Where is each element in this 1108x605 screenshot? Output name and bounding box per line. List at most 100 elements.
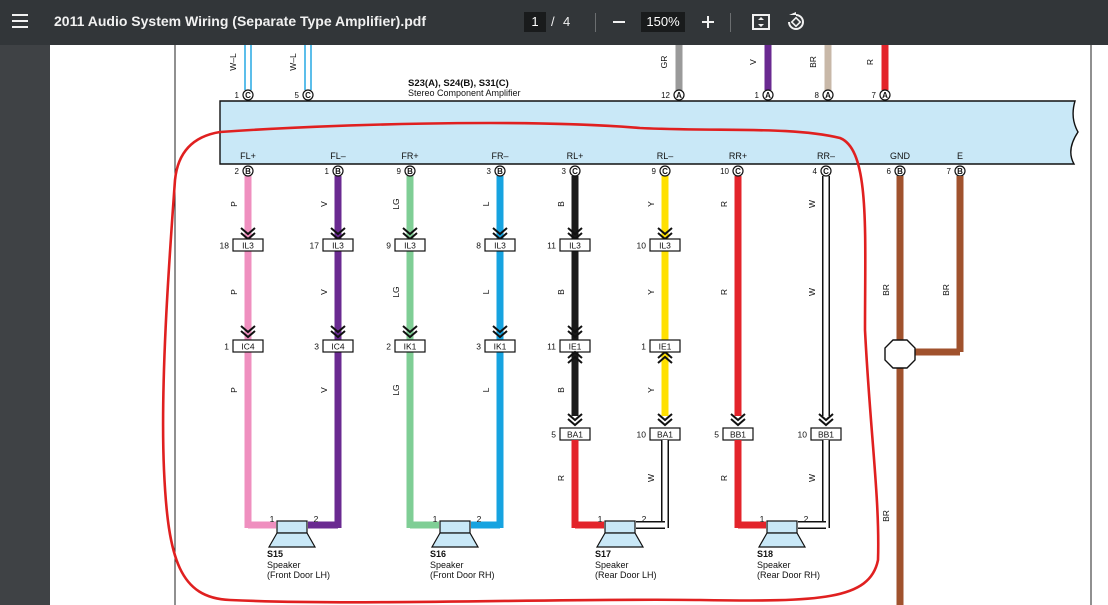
output-rl-5-code-top: Y: [646, 201, 656, 207]
ground-splice: [884, 339, 916, 369]
page-number-input[interactable]: 1: [524, 12, 546, 32]
output-rl-4-c1-connector-pin: 11: [547, 241, 556, 251]
speaker-1-name: Speaker: [430, 560, 464, 570]
output-rr-7-conn-letter: C: [823, 167, 829, 176]
zoom-out-icon[interactable]: [608, 11, 630, 33]
output-rr-7-pin-number: 4: [813, 167, 818, 176]
speaker-3-body: [766, 520, 798, 534]
output-rl-4-c2-connector-label: IE1: [569, 342, 582, 352]
output-rr-6-code-top: R: [719, 201, 729, 207]
fit-page-icon[interactable]: [750, 11, 772, 33]
output-rl-4-c2-connector-pin: 11: [547, 342, 556, 352]
speaker-2-pin2: 2: [642, 514, 647, 524]
output-rl-5-c3-connector-pin: 10: [637, 430, 647, 440]
output-rr-6-pin-number: 10: [720, 167, 729, 176]
output-rl-4-conn-letter: C: [572, 167, 578, 176]
document-title: 2011 Audio System Wiring (Separate Type …: [54, 13, 426, 29]
output-fl-1-c2-connector-label: IC4: [331, 342, 345, 352]
amplifier-body: [219, 100, 1079, 165]
menu-icon[interactable]: [12, 14, 28, 30]
output-rl-5-code-bottom: Y: [646, 387, 656, 393]
top-wire-0-code: W–L: [228, 53, 238, 71]
speaker-2-pin1: 1: [598, 514, 603, 524]
zoom-in-icon[interactable]: [697, 11, 719, 33]
output-fr-3-c1-connector-pin: 8: [476, 241, 481, 251]
output-fr-3-code-top: L: [481, 201, 491, 206]
output-rl-5-c1-connector-pin: 10: [637, 241, 647, 251]
speaker-1-location: (Front Door RH): [430, 570, 495, 580]
output-rl-4-code-bottom: B: [556, 387, 566, 393]
top-wire-5-pin-number: 7: [872, 91, 877, 100]
output-fl-0-label: FL+: [240, 151, 256, 161]
top-wire-1-pin-number: 5: [295, 91, 300, 100]
zoom-level-input[interactable]: 150%: [641, 12, 685, 32]
output-fr-3-pin-number: 3: [487, 167, 492, 176]
pdf-toolbar: 2011 Audio System Wiring (Separate Type …: [0, 0, 1108, 45]
output-rl-5-code-mid: Y: [646, 289, 656, 295]
speaker-0-id: S15: [267, 549, 283, 559]
speaker-2-location: (Rear Door LH): [595, 570, 657, 580]
speaker-1-id: S16: [430, 549, 446, 559]
output-gnd-8-pin-number: 6: [887, 167, 892, 176]
output-fl-1-c2-connector-pin: 3: [314, 342, 319, 352]
output-fr-3-c1-connector-label: IL3: [494, 241, 506, 251]
output-fl-0-code-bottom: P: [229, 387, 239, 393]
speaker-1-pin1: 1: [433, 514, 438, 524]
output-rr-7-label: RR–: [817, 151, 835, 161]
output-fr-3-c2-connector-pin: 3: [476, 342, 481, 352]
output-fr-2-c2-connector-label: IK1: [404, 342, 417, 352]
output-rr-6-code-c3: R: [719, 475, 729, 481]
output-rl-5-c3-connector-label: BA1: [657, 430, 673, 440]
output-fr-2-code-bottom: LG: [391, 384, 401, 395]
output-rr-7-code-mid: W: [807, 288, 817, 296]
output-fr-3-code-bottom: L: [481, 387, 491, 392]
speaker-0-location: (Front Door LH): [267, 570, 330, 580]
toolbar-divider: [595, 13, 596, 32]
top-wire-2-code: GR: [659, 56, 669, 69]
top-wire-4-pin-number: 8: [815, 91, 820, 100]
output-e-9-conn-letter: B: [957, 167, 963, 176]
output-fl-1-conn-letter: B: [335, 167, 341, 176]
rotate-icon[interactable]: [785, 11, 807, 33]
output-e-9-label: E: [957, 151, 963, 161]
output-fl-1-label: FL–: [330, 151, 346, 161]
gnd-code-1: BR: [881, 284, 891, 296]
output-rl-4-c3-connector-pin: 5: [551, 430, 556, 440]
output-rl-4-label: RL+: [567, 151, 584, 161]
output-gnd-8-conn-letter: B: [897, 167, 903, 176]
output-rl-5-c2-connector-label: IE1: [659, 342, 672, 352]
output-rr-7-code-c3: W: [807, 474, 817, 482]
output-rl-5-label: RL–: [657, 151, 674, 161]
amplifier-subtitle: Stereo Component Amplifier: [408, 88, 521, 98]
speaker-3-name: Speaker: [757, 560, 791, 570]
speaker-0-body: [276, 520, 308, 534]
speaker-1-body: [439, 520, 471, 534]
output-rl-5-c2-connector-pin: 1: [641, 342, 646, 352]
output-rl-4-code-top: B: [556, 201, 566, 207]
output-rl-4-c3-connector-label: BA1: [567, 430, 583, 440]
page-separator: /: [551, 14, 555, 29]
output-rr-7-code-top: W: [807, 200, 817, 208]
output-fr-3-c2-connector-label: IK1: [494, 342, 507, 352]
output-rr-6-conn-letter: C: [735, 167, 741, 176]
output-fl-0-pin-number: 2: [235, 167, 240, 176]
speaker-0-pin2: 2: [314, 514, 319, 524]
top-wire-4-conn-letter: A: [825, 91, 831, 100]
output-e-9-pin-number: 7: [947, 167, 952, 176]
top-wire-3-code: V: [748, 59, 758, 65]
output-fr-3-label: FR–: [491, 151, 508, 161]
pdf-page[interactable]: W–LC1+BW–LC5+B2GRA12ACCVA1MUTEBRA8TX+RA7…: [50, 45, 1108, 605]
speaker-2-name: Speaker: [595, 560, 629, 570]
output-fr-2-code-top: LG: [391, 198, 401, 209]
output-fl-0-code-top: P: [229, 201, 239, 207]
output-fl-1-c1-connector-pin: 17: [310, 241, 320, 251]
output-rl-5-code-c3: W: [646, 474, 656, 482]
output-rl-4-code-c3: R: [556, 475, 566, 481]
output-fr-2-c1-connector-pin: 9: [386, 241, 391, 251]
speaker-0-name: Speaker: [267, 560, 301, 570]
speaker-3-pin2: 2: [804, 514, 809, 524]
output-fl-1-c1-connector-label: IL3: [332, 241, 344, 251]
left-gutter: [0, 45, 50, 605]
output-fl-0-c2-connector-pin: 1: [224, 342, 229, 352]
output-rr-6-c3-connector-pin: 5: [714, 430, 719, 440]
